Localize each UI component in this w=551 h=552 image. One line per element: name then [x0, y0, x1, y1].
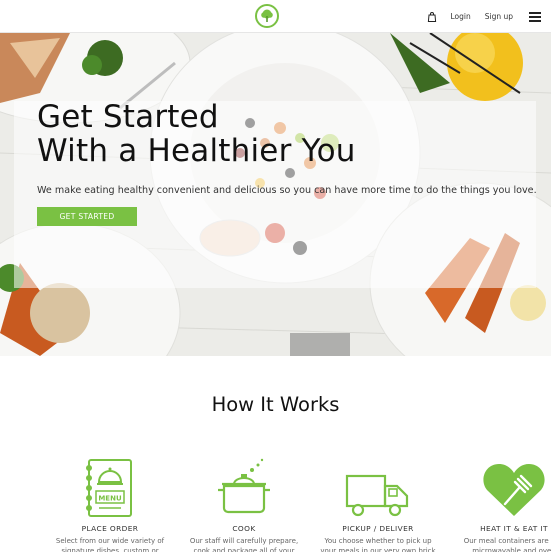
- signup-link[interactable]: Sign up: [485, 12, 513, 21]
- get-started-button[interactable]: GET STARTED: [37, 207, 137, 226]
- step-heat-eat: HEAT IT & EAT IT Our meal containers are…: [449, 456, 551, 552]
- cooking-pot-icon: [218, 458, 270, 514]
- step-title: PLACE ORDER: [81, 524, 139, 533]
- login-link[interactable]: Login: [451, 12, 471, 21]
- step-cook: COOK Our staff will carefully prepare, c…: [179, 456, 309, 552]
- step-description: Our meal containers are BPA microwavable…: [463, 537, 551, 552]
- step-description: You choose whether to pick up your meals…: [320, 537, 436, 552]
- menu-card-icon: MENU: [86, 459, 132, 517]
- step-place-order: MENU PLACE ORDER Select from our wide va…: [45, 456, 175, 552]
- step-description: Select from our wide variety of signatur…: [55, 537, 165, 552]
- step-title: HEAT IT & EAT IT: [480, 524, 548, 533]
- hero-title-line2: With a Healthier You: [37, 133, 356, 169]
- hero-title-line1: Get Started: [37, 99, 219, 135]
- hamburger-menu-icon[interactable]: [529, 11, 541, 22]
- svg-text:MENU: MENU: [98, 495, 122, 503]
- step-title: PICKUP / DELIVER: [342, 524, 414, 533]
- hero-title: Get Started With a Healthier You: [37, 100, 356, 168]
- top-nav: Login Sign up: [0, 0, 551, 33]
- how-it-works-title: How It Works: [211, 393, 340, 416]
- shopping-bag-icon[interactable]: [427, 11, 437, 22]
- hero-subtitle: We make eating healthy convenient and de…: [37, 185, 537, 196]
- step-description: Our staff will carefully prepare, cook a…: [189, 537, 299, 552]
- delivery-truck-icon: [345, 474, 409, 517]
- step-pickup-deliver: PICKUP / DELIVER You choose whether to p…: [313, 456, 443, 552]
- tree-logo-icon[interactable]: [255, 4, 279, 28]
- heart-fork-icon: [483, 464, 545, 516]
- step-title: COOK: [232, 524, 256, 533]
